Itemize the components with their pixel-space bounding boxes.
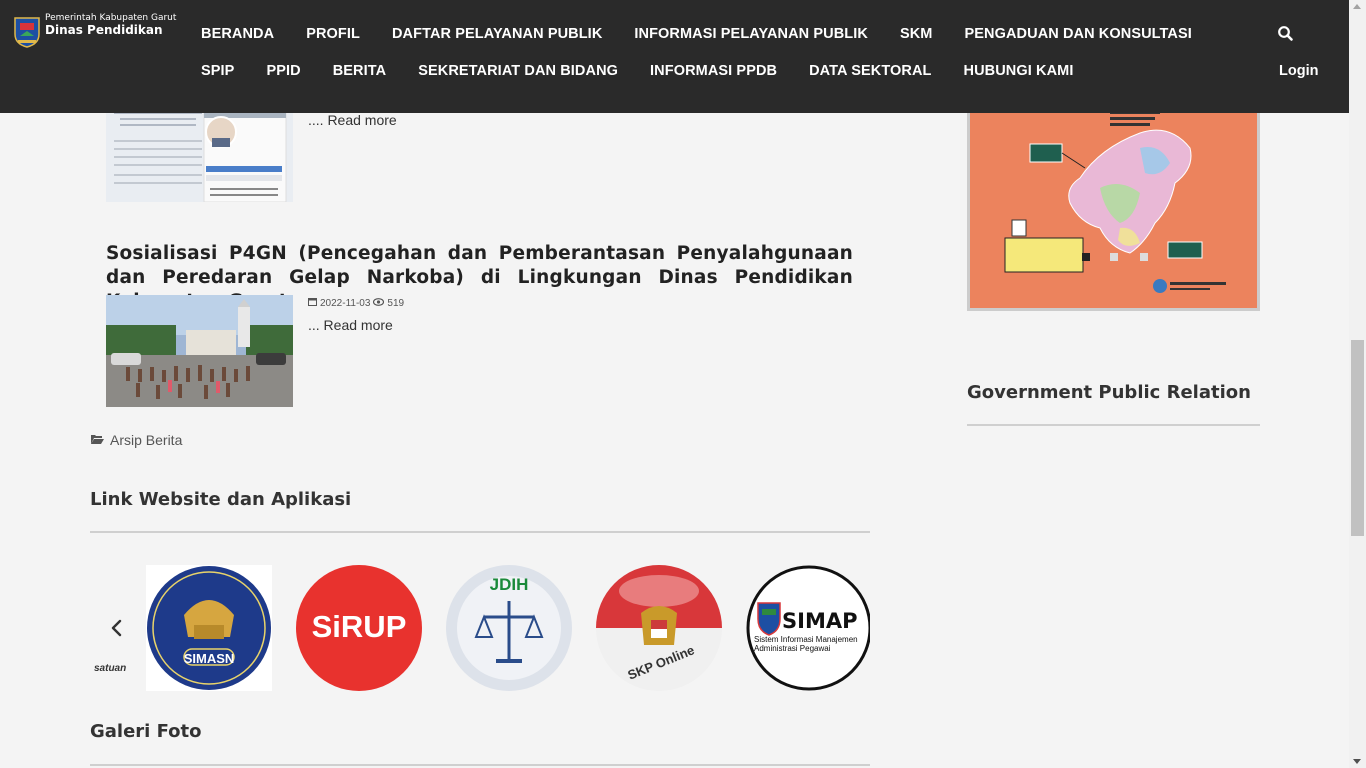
nav-informasi-pelayanan-publik[interactable]: INFORMASI PELAYANAN PUBLIK (618, 24, 884, 44)
scroll-down-arrow-icon[interactable] (1353, 759, 1361, 764)
gpr-section-title: Government Public Relation (967, 382, 1251, 403)
scrollbar-thumb[interactable] (1351, 340, 1364, 536)
nav-profil[interactable]: PROFIL (290, 24, 376, 44)
carousel-item-satuan[interactable]: satuan (90, 565, 126, 691)
site-logo[interactable]: Pemerintah Kabupaten Garut Dinas Pendidi… (12, 13, 176, 48)
nav-pengaduan-dan-konsultasi[interactable]: PENGADUAN DAN KONSULTASI (948, 24, 1207, 44)
carousel-item-simap[interactable]: SIMAP Sistem Informasi Manajemen Adminis… (746, 565, 870, 691)
nav-ppid[interactable]: PPID (250, 61, 316, 81)
page-scrollbar[interactable] (1349, 0, 1366, 768)
post-date: 2022-11-03 (320, 297, 371, 309)
archive-label: Arsip Berita (110, 432, 183, 448)
section-divider (967, 424, 1260, 426)
scroll-up-arrow-icon[interactable] (1353, 4, 1361, 9)
carousel-item-sublabel: Sistem Informasi Manajemen Administrasi … (754, 635, 858, 653)
sidebar-map-infographic[interactable] (967, 108, 1260, 311)
nav-beranda[interactable]: BERANDA (185, 24, 290, 44)
carousel-prev-button[interactable] (108, 618, 126, 638)
garut-emblem-icon (12, 14, 42, 48)
nav-sekretariat-dan-bidang[interactable]: SEKRETARIAT DAN BIDANG (402, 61, 634, 81)
links-section-title: Link Website dan Aplikasi (90, 489, 352, 510)
carousel-item-jdih[interactable]: JDIH (446, 565, 572, 691)
nav-skm[interactable]: SKM (884, 24, 949, 44)
links-carousel: satuan SIMASN SiRUP JDIH SKP Online SIMA… (90, 565, 870, 691)
top-navbar: Pemerintah Kabupaten Garut Dinas Pendidi… (0, 0, 1349, 113)
login-link[interactable]: Login (1279, 61, 1318, 81)
post-views: 519 (387, 297, 405, 309)
carousel-item-skp-online[interactable]: SKP Online (596, 565, 722, 691)
gallery-section-title: Galeri Foto (90, 721, 202, 742)
post-read-more-link[interactable]: .... Read more (308, 112, 397, 128)
carousel-item-label: JDIH (489, 575, 529, 594)
nav-menu-row-2: SPIP PPID BERITA SEKRETARIAT DAN BIDANG … (185, 61, 1089, 81)
nav-informasi-ppdb[interactable]: INFORMASI PPDB (634, 61, 793, 81)
carousel-item-label: satuan (94, 663, 127, 674)
carousel-item-label: SIMAP (782, 609, 858, 633)
archive-link[interactable]: Arsip Berita (90, 432, 182, 448)
post-thumbnail[interactable] (106, 295, 293, 407)
nav-hubungi-kami[interactable]: HUBUNGI KAMI (948, 61, 1090, 81)
eye-icon (373, 297, 385, 309)
carousel-item-label: SIMASN (183, 651, 235, 666)
nav-berita[interactable]: BERITA (317, 61, 403, 81)
nav-daftar-pelayanan-publik[interactable]: DAFTAR PELAYANAN PUBLIK (376, 24, 618, 44)
nav-menu-row-1: BERANDA PROFIL DAFTAR PELAYANAN PUBLIK I… (185, 24, 1208, 44)
calendar-icon (308, 297, 317, 309)
post-read-more-link[interactable]: ... Read more (308, 317, 393, 333)
search-icon[interactable] (1277, 25, 1295, 43)
carousel-item-simasn[interactable]: SIMASN (146, 565, 272, 691)
nav-data-sektoral[interactable]: DATA SEKTORAL (793, 61, 947, 81)
section-divider (90, 764, 870, 766)
logo-title: Dinas Pendidikan (45, 22, 163, 37)
carousel-item-label: SiRUP (311, 609, 407, 644)
nav-spip[interactable]: SPIP (185, 61, 250, 81)
section-divider (90, 531, 870, 533)
post-meta: 2022-11-03 519 (308, 297, 404, 309)
folder-open-icon (90, 432, 105, 448)
carousel-item-sirup[interactable]: SiRUP (296, 565, 422, 691)
